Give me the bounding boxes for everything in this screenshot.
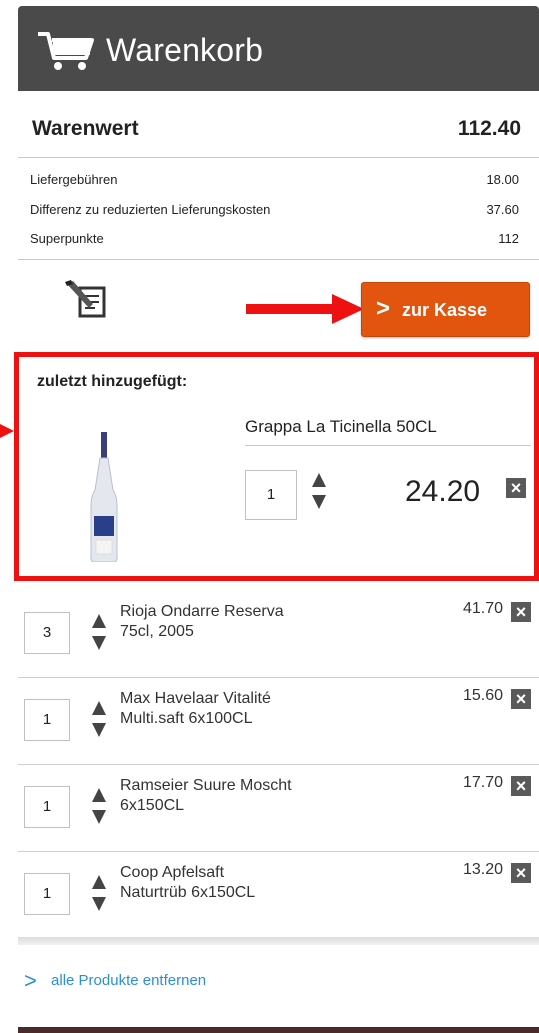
- divider: [245, 445, 531, 446]
- remove-item-close-icon[interactable]: ×: [511, 689, 531, 709]
- checkout-button-label: zur Kasse: [402, 300, 488, 320]
- cart-item-name[interactable]: Ramseier Suure Moscht 6x150CL: [120, 776, 400, 816]
- cart-title: Warenkorb: [106, 32, 264, 68]
- cart-item-name[interactable]: Rioja Ondarre Reserva 75cl, 2005: [120, 602, 400, 642]
- cart-header: Warenkorb: [18, 6, 539, 91]
- quantity-input[interactable]: 3: [24, 612, 70, 654]
- quantity-stepper-icon[interactable]: [91, 873, 107, 913]
- fee-row-superpoints: Superpunkte 112: [30, 231, 519, 246]
- shopping-cart-icon: [38, 32, 94, 70]
- quantity-input[interactable]: 1: [245, 470, 297, 520]
- quantity-input[interactable]: 1: [24, 699, 70, 741]
- quantity-input[interactable]: 1: [24, 786, 70, 828]
- item-name-line: Rioja Ondarre Reserva: [120, 603, 284, 620]
- cart-item: 1 Ramseier Suure Moscht 6x150CL 17.70 ×: [18, 766, 539, 852]
- divider: [18, 937, 539, 945]
- chevron-right-icon: >: [376, 295, 391, 322]
- product-image-bottle: [90, 432, 118, 562]
- red-arrow-annotation: [0, 424, 14, 438]
- item-name-line: Naturtrüb 6x150CL: [120, 884, 256, 901]
- subtotal-row: Warenwert 112.40: [18, 100, 539, 158]
- cart-item-name[interactable]: Coop Apfelsaft Naturtrüb 6x150CL: [120, 863, 400, 903]
- cart-item-price: 13.20: [462, 861, 503, 878]
- edit-note-icon[interactable]: [63, 278, 111, 322]
- cart-panel: Warenkorb Warenwert 112.40 Liefergebühre…: [0, 0, 539, 1033]
- subtotal-label: Warenwert: [32, 117, 139, 140]
- red-arrow-annotation: [246, 294, 364, 324]
- remove-item-close-icon[interactable]: ×: [511, 863, 531, 883]
- cart-item-price: 15.60: [462, 687, 503, 704]
- quantity-stepper-icon[interactable]: [91, 699, 107, 739]
- last-added-price: 24.20: [405, 475, 481, 508]
- checkout-button[interactable]: > zur Kasse: [361, 282, 530, 337]
- cart-item: 1 Coop Apfelsaft Naturtrüb 6x150CL 13.20…: [18, 853, 539, 939]
- remove-item-close-icon[interactable]: ×: [506, 478, 526, 498]
- cart-item: 3 Rioja Ondarre Reserva 75cl, 2005 41.70…: [18, 592, 539, 678]
- quantity-stepper-icon[interactable]: [91, 786, 107, 826]
- remove-all-label: alle Produkte entfernen: [51, 972, 207, 989]
- item-name-line: Ramseier Suure Moscht: [120, 777, 292, 794]
- fee-row-difference: Differenz zu reduzierten Lieferungskoste…: [30, 202, 519, 217]
- last-added-caption: zuletzt hinzugefügt:: [37, 373, 188, 390]
- fee-value: 37.60: [486, 202, 519, 217]
- bottom-bar: [18, 1027, 539, 1033]
- item-name-line: Max Havelaar Vitalité: [120, 690, 271, 707]
- chevron-right-icon: >: [24, 968, 37, 993]
- subtotal-value: 112.40: [457, 117, 521, 140]
- item-name-line: Multi.saft 6x100CL: [120, 710, 253, 727]
- fee-row-delivery: Liefergebühren 18.00: [30, 172, 519, 187]
- cart-item-price: 17.70: [462, 774, 503, 791]
- last-added-highlight: zuletzt hinzugefügt: Grappa La Ticinella…: [14, 352, 539, 581]
- item-name-line: 6x150CL: [120, 797, 185, 814]
- last-added-product-name[interactable]: Grappa La Ticinella 50CL: [245, 417, 437, 437]
- item-name-line: Coop Apfelsaft: [120, 864, 225, 881]
- fee-label: Liefergebühren: [30, 172, 118, 187]
- quantity-stepper-icon[interactable]: [91, 612, 107, 652]
- remove-all-products-link[interactable]: > alle Produkte entfernen: [24, 968, 206, 994]
- remove-item-close-icon[interactable]: ×: [511, 602, 531, 622]
- fee-value: 18.00: [486, 172, 519, 187]
- fees-section: Liefergebühren 18.00 Differenz zu reduzi…: [18, 160, 539, 260]
- remove-item-close-icon[interactable]: ×: [511, 776, 531, 796]
- cart-item-name[interactable]: Max Havelaar Vitalité Multi.saft 6x100CL: [120, 689, 400, 729]
- fee-label: Differenz zu reduzierten Lieferungskoste…: [30, 202, 271, 217]
- quantity-input[interactable]: 1: [24, 873, 70, 915]
- fee-value: 112: [498, 231, 519, 246]
- fee-label: Superpunkte: [30, 231, 104, 246]
- cart-item-price: 41.70: [462, 600, 503, 617]
- cart-item: 1 Max Havelaar Vitalité Multi.saft 6x100…: [18, 679, 539, 765]
- item-name-line: 75cl, 2005: [120, 623, 194, 640]
- quantity-stepper-icon[interactable]: [311, 471, 327, 511]
